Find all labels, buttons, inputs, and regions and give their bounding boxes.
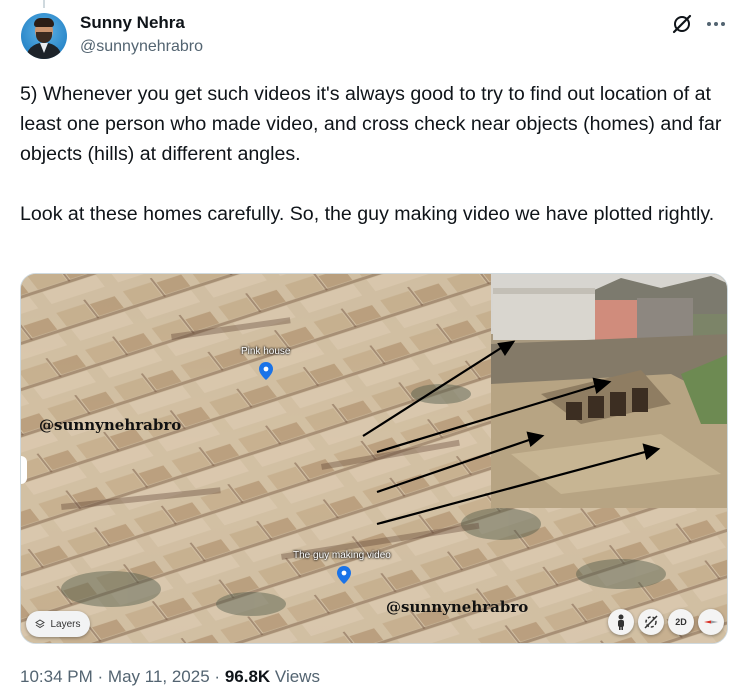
map-label-pink-house: Pink house xyxy=(241,346,291,357)
map-pin-icon[interactable] xyxy=(337,566,351,584)
watermark-top: @sunnynehrabro xyxy=(39,416,182,434)
layers-icon xyxy=(35,619,46,629)
rotate-view-button[interactable] xyxy=(638,609,664,635)
tweet-date-link[interactable]: May 11, 2025 xyxy=(108,667,210,686)
pegman-icon xyxy=(618,614,624,630)
avatar[interactable] xyxy=(21,13,67,59)
street-view-button[interactable] xyxy=(608,609,634,635)
tweet-time-link[interactable]: 10:34 PM xyxy=(20,667,93,686)
watermark-bottom: @sunnynehrabro xyxy=(386,598,529,616)
more-dots-icon xyxy=(707,22,725,26)
layers-button[interactable]: Layers xyxy=(26,611,90,637)
author-display-name[interactable]: Sunny Nehra xyxy=(80,13,185,33)
map-label-video-maker: The guy making video xyxy=(293,550,391,561)
toggle-2d-button[interactable]: 2D xyxy=(668,609,694,635)
satellite-map-image xyxy=(21,274,727,643)
rotate-disabled-icon xyxy=(644,615,658,629)
tweet-media-image[interactable]: Pink house The guy making video @sunnyne… xyxy=(20,273,728,644)
inset-photo xyxy=(491,274,727,508)
compass-icon xyxy=(704,620,718,624)
tweet-metadata: 10:34 PM · May 11, 2025 · 96.8K Views xyxy=(20,667,320,687)
grok-button[interactable] xyxy=(671,13,693,35)
more-options-button[interactable] xyxy=(703,13,729,35)
map-pin-icon[interactable] xyxy=(259,362,273,380)
tweet-paragraph-1: 5) Whenever you get such videos it's alw… xyxy=(20,83,722,165)
author-handle[interactable]: @sunnynehrabro xyxy=(80,38,203,56)
media-carousel-handle[interactable] xyxy=(21,456,27,484)
compass-button[interactable] xyxy=(698,609,724,635)
tweet-text: 5) Whenever you get such videos it's alw… xyxy=(20,79,732,229)
views-count[interactable]: 96.8K xyxy=(225,667,270,686)
separator: · xyxy=(97,667,104,686)
tweet-paragraph-2: Look at these homes carefully. So, the g… xyxy=(20,203,715,225)
thread-connector-line xyxy=(43,0,45,8)
views-label: Views xyxy=(274,667,320,686)
grok-slash-icon xyxy=(672,14,692,34)
layers-label: Layers xyxy=(50,618,81,630)
separator: · xyxy=(214,667,221,686)
